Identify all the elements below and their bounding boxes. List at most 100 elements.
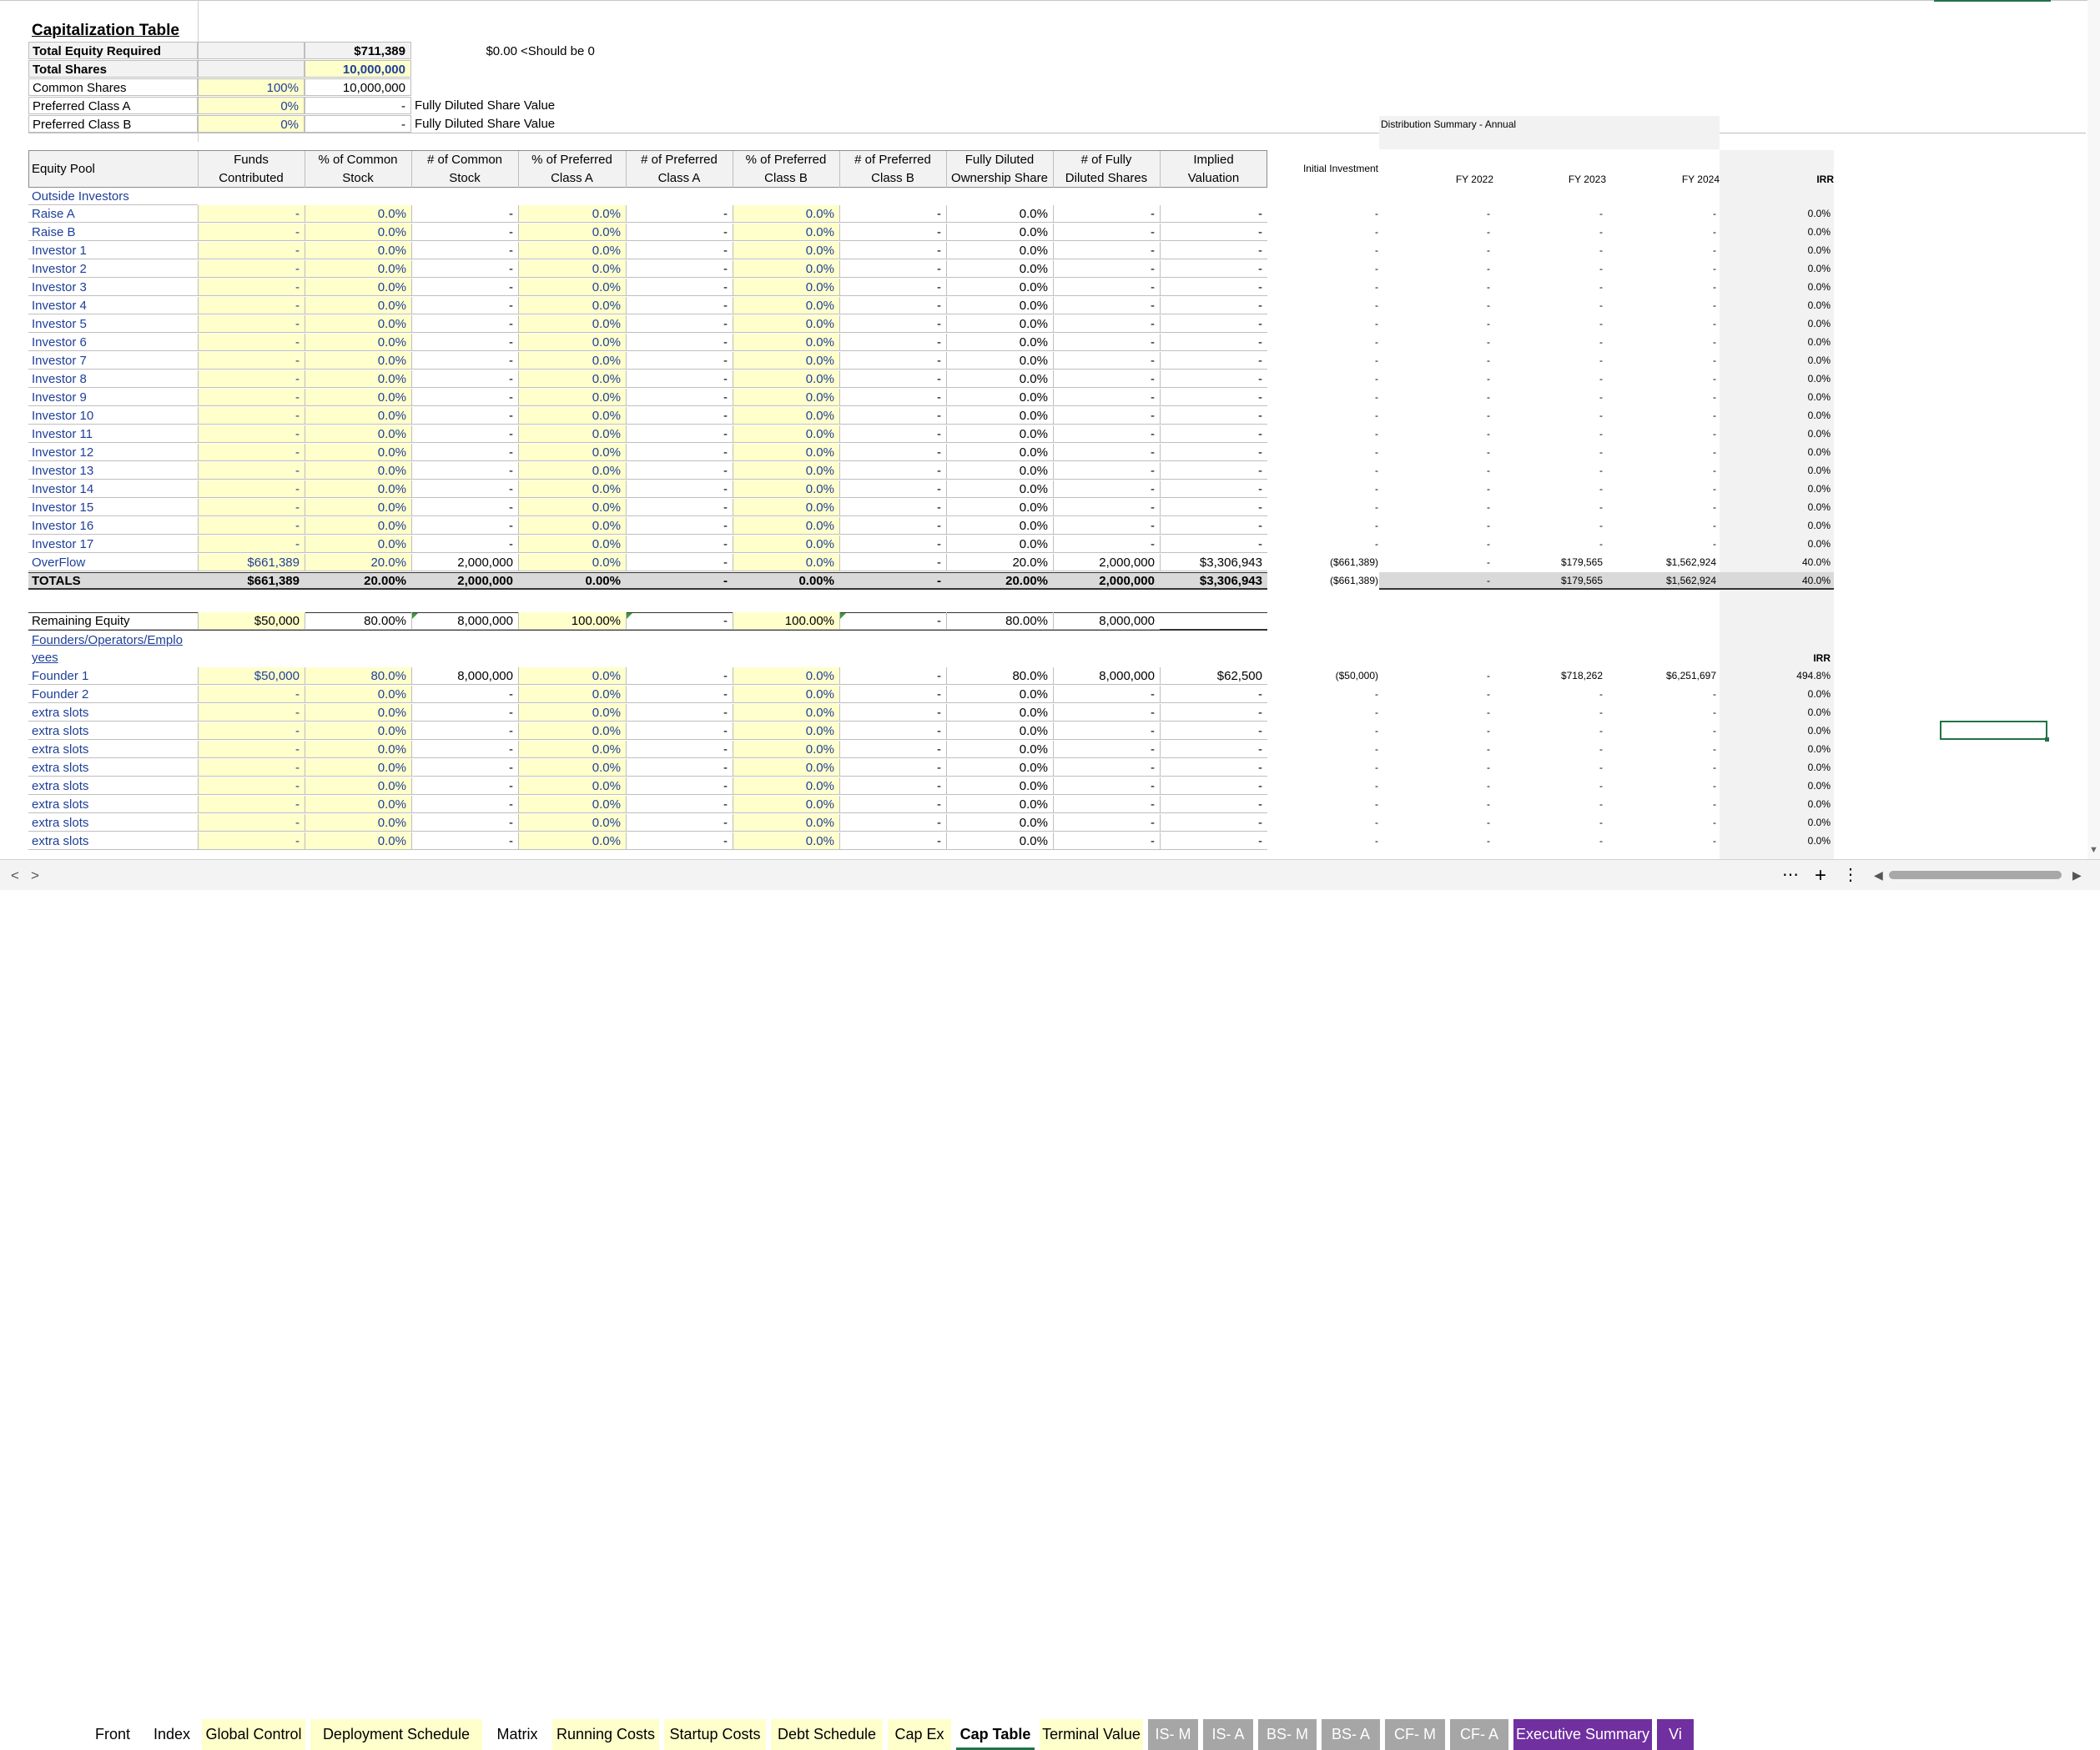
cell-pc[interactable]: 0.0% bbox=[305, 832, 411, 850]
cell-funds[interactable]: - bbox=[198, 334, 305, 351]
cell-pb[interactable]: 0.0% bbox=[733, 667, 839, 685]
cell-pa[interactable]: 0.0% bbox=[518, 832, 626, 850]
tab-executive-summary[interactable]: Executive Summary bbox=[1513, 1719, 1652, 1750]
cell-pc[interactable]: 0.0% bbox=[305, 704, 411, 722]
cell-funds[interactable]: - bbox=[198, 796, 305, 813]
cell-pa[interactable]: 0.0% bbox=[518, 352, 626, 370]
cell-pc[interactable]: 0.0% bbox=[305, 777, 411, 795]
cell-pa[interactable]: 0.0% bbox=[518, 444, 626, 461]
cell-pb[interactable]: 0.0% bbox=[733, 334, 839, 351]
cell-pc[interactable]: 0.0% bbox=[305, 517, 411, 535]
cell-pb[interactable]: 0.0% bbox=[733, 224, 839, 241]
tab-startup-costs[interactable]: Startup Costs bbox=[664, 1719, 766, 1750]
tab-cf-m[interactable]: CF- M bbox=[1385, 1719, 1445, 1750]
cell-pb[interactable]: 0.0% bbox=[733, 480, 839, 498]
tab-cf-a[interactable]: CF- A bbox=[1450, 1719, 1508, 1750]
cell-pc[interactable]: 0.0% bbox=[305, 370, 411, 388]
cell-pc[interactable]: 0.0% bbox=[305, 462, 411, 480]
cell-funds[interactable]: - bbox=[198, 704, 305, 722]
cell-pb[interactable]: 0.0% bbox=[733, 499, 839, 516]
cell-funds[interactable]: - bbox=[198, 370, 305, 388]
cell-pc[interactable]: 0.0% bbox=[305, 260, 411, 278]
cell-pc[interactable]: 0.0% bbox=[305, 480, 411, 498]
tab-matrix[interactable]: Matrix bbox=[487, 1719, 547, 1750]
cell-pc[interactable]: 0.0% bbox=[305, 389, 411, 406]
cell-funds[interactable]: - bbox=[198, 777, 305, 795]
cell-pc[interactable]: 0.0% bbox=[305, 279, 411, 296]
cell-pc[interactable]: 0.0% bbox=[305, 741, 411, 758]
cell-funds[interactable]: $661,389 bbox=[198, 554, 305, 571]
tab-index[interactable]: Index bbox=[147, 1719, 197, 1750]
cell-pb[interactable]: 0.0% bbox=[733, 279, 839, 296]
cell-funds[interactable]: - bbox=[198, 279, 305, 296]
tab-debt-schedule[interactable]: Debt Schedule bbox=[771, 1719, 883, 1750]
cell-funds[interactable]: - bbox=[198, 536, 305, 553]
cell-pc[interactable]: 80.00% bbox=[305, 612, 411, 630]
cell-pa[interactable]: 0.0% bbox=[518, 389, 626, 406]
cell-pc[interactable]: 0.0% bbox=[305, 425, 411, 443]
cell-pc[interactable]: 0.0% bbox=[305, 407, 411, 425]
cell-pb[interactable]: 0.0% bbox=[733, 832, 839, 850]
tab-bs-a[interactable]: BS- A bbox=[1322, 1719, 1380, 1750]
cell-pa[interactable]: 0.0% bbox=[518, 554, 626, 571]
cell-pb[interactable]: 0.0% bbox=[733, 297, 839, 314]
cell-pa[interactable]: 0.0% bbox=[518, 667, 626, 685]
cell-funds[interactable]: - bbox=[198, 425, 305, 443]
vertical-scrollbar[interactable] bbox=[2087, 0, 2100, 859]
cell-funds[interactable]: - bbox=[198, 352, 305, 370]
cell-funds[interactable]: - bbox=[198, 462, 305, 480]
cell-pa[interactable]: 0.0% bbox=[518, 722, 626, 740]
cell-pc[interactable]: 0.0% bbox=[305, 224, 411, 241]
cell-funds[interactable]: $50,000 bbox=[198, 612, 305, 630]
cell-pa[interactable]: 0.0% bbox=[518, 499, 626, 516]
cell-funds[interactable]: - bbox=[198, 814, 305, 832]
cell-pa[interactable]: 0.0% bbox=[518, 224, 626, 241]
tab-deployment-schedule[interactable]: Deployment Schedule bbox=[310, 1719, 482, 1750]
cell-pb[interactable]: 0.0% bbox=[733, 536, 839, 553]
cell-funds[interactable]: - bbox=[198, 205, 305, 223]
cell-pb[interactable]: 100.00% bbox=[733, 612, 839, 630]
cell-pa[interactable]: 0.0% bbox=[518, 297, 626, 314]
tab-is-a[interactable]: IS- A bbox=[1203, 1719, 1253, 1750]
cell-funds[interactable]: - bbox=[198, 315, 305, 333]
cell-funds[interactable]: - bbox=[198, 389, 305, 406]
tab-is-m[interactable]: IS- M bbox=[1148, 1719, 1198, 1750]
cell-pb[interactable]: 0.0% bbox=[733, 462, 839, 480]
cell-pc[interactable]: 0.0% bbox=[305, 499, 411, 516]
tab-cap-ex[interactable]: Cap Ex bbox=[888, 1719, 951, 1750]
fill-handle[interactable] bbox=[2045, 737, 2049, 742]
tab-nav-prev-button[interactable]: < bbox=[7, 860, 23, 891]
cell-pb[interactable]: 0.0% bbox=[733, 704, 839, 722]
cell-pb[interactable]: 0.0% bbox=[733, 686, 839, 703]
cell-funds[interactable]: - bbox=[198, 407, 305, 425]
cell-funds[interactable]: - bbox=[198, 832, 305, 850]
cell-pc[interactable]: 0.0% bbox=[305, 315, 411, 333]
add-sheet-button[interactable]: + bbox=[1809, 860, 1832, 891]
tab-cap-table[interactable]: Cap Table bbox=[956, 1719, 1035, 1750]
tab-terminal-value[interactable]: Terminal Value bbox=[1040, 1719, 1143, 1750]
cell-funds[interactable]: - bbox=[198, 722, 305, 740]
cell-pa[interactable]: 0.0% bbox=[518, 279, 626, 296]
summary-pct[interactable]: 100% bbox=[198, 78, 305, 96]
cell-pb[interactable]: 0.0% bbox=[733, 814, 839, 832]
cell-pb[interactable]: 0.0% bbox=[733, 444, 839, 461]
cell-pa[interactable]: 0.0% bbox=[518, 480, 626, 498]
cell-pa[interactable]: 0.0% bbox=[518, 315, 626, 333]
scroll-down-arrow[interactable]: ▼ bbox=[2088, 844, 2099, 856]
cell-pb[interactable]: 0.0% bbox=[733, 315, 839, 333]
scroll-right-arrow-icon[interactable]: ▶ bbox=[2072, 860, 2086, 891]
cell-pb[interactable]: 0.0% bbox=[733, 517, 839, 535]
cell-pc[interactable]: 0.0% bbox=[305, 297, 411, 314]
cell-pc[interactable]: 20.0% bbox=[305, 554, 411, 571]
cell-pa[interactable]: 0.0% bbox=[518, 517, 626, 535]
cell-pc[interactable]: 0.0% bbox=[305, 759, 411, 777]
tab-running-costs[interactable]: Running Costs bbox=[552, 1719, 659, 1750]
cell-pc[interactable]: 0.0% bbox=[305, 334, 411, 351]
cell-pb[interactable]: 0.0% bbox=[733, 741, 839, 758]
summary-pct[interactable]: 0% bbox=[198, 97, 305, 114]
cell-pb[interactable]: 0.0% bbox=[733, 777, 839, 795]
cell-pc[interactable]: 0.0% bbox=[305, 722, 411, 740]
cell-pc[interactable]: 80.0% bbox=[305, 667, 411, 685]
cell-funds[interactable]: - bbox=[198, 517, 305, 535]
cell-funds[interactable]: - bbox=[198, 242, 305, 259]
